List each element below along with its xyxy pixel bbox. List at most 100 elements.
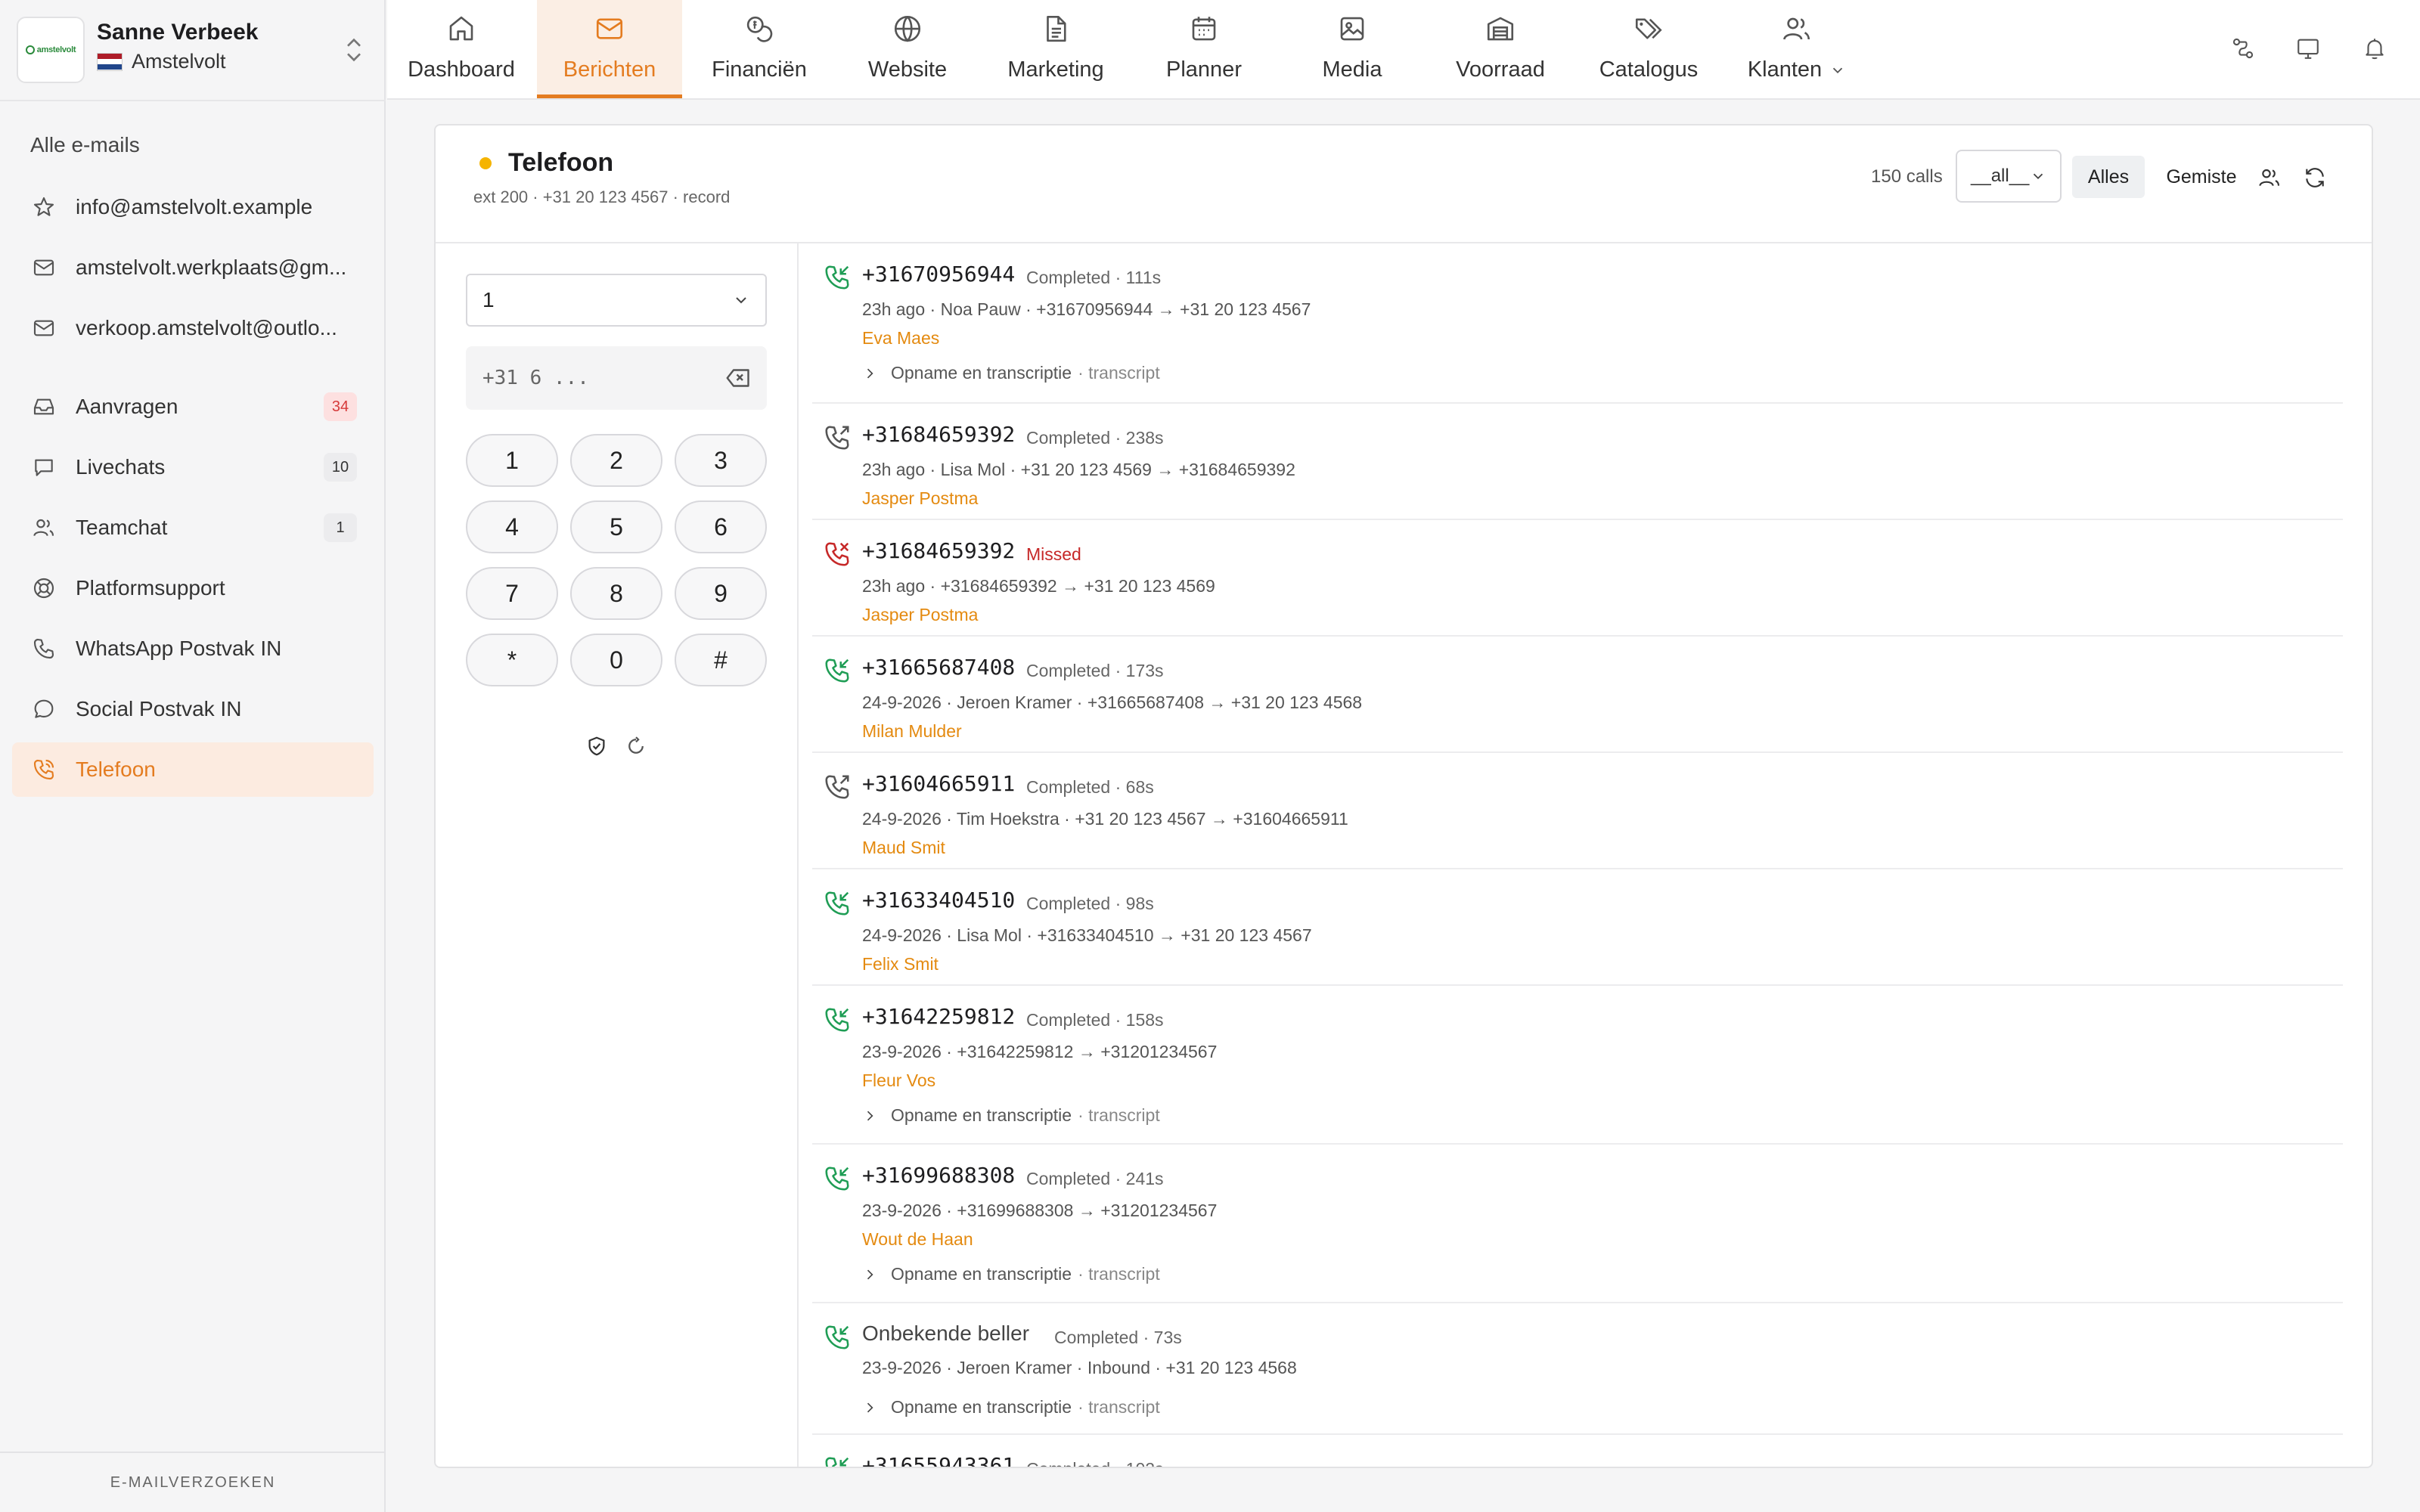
- dial-key-0[interactable]: 0: [570, 634, 662, 686]
- tab-voorraad[interactable]: Voorraad: [1426, 0, 1575, 98]
- tab-label: Planner: [1166, 57, 1242, 82]
- dial-key-1[interactable]: 1: [466, 434, 558, 487]
- call-row[interactable]: +31642259812 Completed · 158s 23-9-2026 …: [812, 986, 2343, 1145]
- sidebar-item-whatsapp[interactable]: WhatsApp Postvak IN: [12, 621, 374, 676]
- monitor-icon[interactable]: [2293, 33, 2323, 64]
- backspace-icon[interactable]: [724, 364, 752, 392]
- bell-icon[interactable]: [2360, 33, 2390, 64]
- tags-icon: [1630, 11, 1667, 47]
- call-row[interactable]: +31670956944 Completed · 111s 23h ago · …: [812, 243, 2343, 404]
- recording-transcript-toggle[interactable]: Opname en transcriptie · transcript: [862, 1105, 1160, 1126]
- filter-all-button[interactable]: Alles: [2072, 156, 2145, 198]
- transcript-label: Opname en transcriptie: [891, 1397, 1072, 1417]
- call-status: Completed · 111s: [1026, 268, 1162, 287]
- tab-financien[interactable]: Financiën: [685, 0, 833, 98]
- shield-check-icon[interactable]: [584, 733, 610, 759]
- call-row[interactable]: +31699688308 Completed · 241s 23-9-2026 …: [812, 1145, 2343, 1303]
- line-select[interactable]: 1: [466, 274, 767, 327]
- line-filter-select[interactable]: __all__: [1956, 150, 2062, 203]
- sidebar-item-telefoon[interactable]: Telefoon: [12, 742, 374, 797]
- image-icon: [1334, 11, 1370, 47]
- call-row[interactable]: +31684659392 Completed · 238s 23h ago · …: [812, 404, 2343, 520]
- caller-number: +31665687408: [862, 655, 1016, 680]
- sidebar-email-verkoop[interactable]: verkoop.amstelvolt@outlo...: [12, 301, 374, 355]
- tab-catalogus[interactable]: Catalogus: [1575, 0, 1723, 98]
- chevron-down-icon: [1833, 67, 1843, 73]
- chevron-updown-icon[interactable]: [342, 33, 366, 67]
- dialer-panel: 1 +31 6 ... 1 2 3 4 5 6 7 8 9 * 0 #: [436, 243, 799, 1467]
- sidebar-item-teamchat[interactable]: Teamchat 1: [12, 500, 374, 555]
- call-row[interactable]: +31633404510 Completed · 98s 24-9-2026 ·…: [812, 869, 2343, 986]
- contact-link[interactable]: Fleur Vos: [862, 1070, 935, 1091]
- phone-call-icon: [30, 756, 57, 783]
- sidebar-item-platformsupport[interactable]: Platformsupport: [12, 561, 374, 615]
- incoming-call-icon: [825, 891, 849, 916]
- caller-number: +31699688308: [862, 1163, 1016, 1188]
- contact-link[interactable]: Wout de Haan: [862, 1229, 973, 1250]
- dial-key-8[interactable]: 8: [570, 567, 662, 620]
- dial-key-5[interactable]: 5: [570, 500, 662, 553]
- sidebar-item-label: Teamchat: [76, 516, 168, 539]
- dial-key-2[interactable]: 2: [570, 434, 662, 487]
- contact-link[interactable]: Eva Maes: [862, 328, 939, 349]
- dial-key-7[interactable]: 7: [466, 567, 558, 620]
- chevron-down-icon: [2033, 173, 2043, 180]
- tab-website[interactable]: Website: [833, 0, 982, 98]
- dial-key-4[interactable]: 4: [466, 500, 558, 553]
- calls-count: 150 calls: [1871, 166, 1943, 187]
- dial-key-3[interactable]: 3: [675, 434, 767, 487]
- call-row[interactable]: +31665687408 Completed · 173s 24-9-2026 …: [812, 637, 2343, 753]
- contact-link[interactable]: Maud Smit: [862, 838, 945, 858]
- tab-label: Website: [867, 57, 948, 82]
- call-row[interactable]: +31655943361 Completed · 102s: [812, 1435, 2343, 1467]
- sidebar-email-werkplaats[interactable]: amstelvolt.werkplaats@gm...: [12, 240, 374, 295]
- users-icon[interactable]: [2255, 163, 2284, 192]
- tab-label: Dashboard: [408, 57, 515, 82]
- dial-number-input[interactable]: +31 6 ...: [466, 346, 767, 410]
- dial-placeholder: +31 6 ...: [482, 367, 589, 389]
- tab-planner[interactable]: Planner: [1130, 0, 1278, 98]
- sidebar-item-label: Livechats: [76, 455, 166, 479]
- caller-number: +31604665911: [862, 771, 1016, 796]
- dial-key-6[interactable]: 6: [675, 500, 767, 553]
- sidebar-email-info[interactable]: info@amstelvolt.example: [12, 180, 374, 234]
- email-requests-footer[interactable]: E-MAILVERZOEKEN: [0, 1452, 386, 1512]
- tab-berichten[interactable]: Berichten: [537, 0, 682, 98]
- all-emails-link[interactable]: Alle e-mails: [30, 133, 140, 157]
- sidebar-item-social[interactable]: Social Postvak IN: [12, 682, 374, 736]
- incoming-call-icon: [825, 658, 849, 683]
- dial-key-hash[interactable]: #: [675, 634, 767, 686]
- sidebar-item-aanvragen[interactable]: Aanvragen 34: [12, 380, 374, 434]
- phone-icon: [30, 635, 57, 662]
- contact-link[interactable]: Jasper Postma: [862, 488, 978, 509]
- filter-missed-button[interactable]: Gemiste: [2152, 156, 2251, 198]
- transcript-label: Opname en transcriptie: [891, 1105, 1072, 1125]
- incoming-call-icon: [825, 1325, 849, 1349]
- recording-transcript-toggle[interactable]: Opname en transcriptie · transcript: [862, 1397, 1160, 1418]
- dial-key-star[interactable]: *: [466, 634, 558, 686]
- tab-label-row: Klanten: [1748, 57, 1846, 82]
- phone-routing-icon[interactable]: [2228, 33, 2258, 64]
- call-row[interactable]: +31604665911 Completed · 68s 24-9-2026 ·…: [812, 753, 2343, 869]
- call-status: Completed · 68s: [1026, 777, 1154, 797]
- dial-key-9[interactable]: 9: [675, 567, 767, 620]
- tab-dashboard[interactable]: Dashboard: [387, 0, 535, 98]
- contact-link[interactable]: Jasper Postma: [862, 605, 978, 625]
- recording-transcript-toggle[interactable]: Opname en transcriptie · transcript: [862, 1264, 1160, 1284]
- tab-media[interactable]: Media: [1278, 0, 1426, 98]
- call-meta: 23-9-2026 · +31699688308 → +31201234567: [862, 1201, 1218, 1220]
- sidebar-item-livechats[interactable]: Livechats 10: [12, 440, 374, 494]
- calendar-icon: [1186, 11, 1222, 47]
- tab-marketing[interactable]: Marketing: [982, 0, 1130, 98]
- recording-transcript-toggle[interactable]: Opname en transcriptie · transcript: [862, 363, 1160, 383]
- sidebar-email-label: verkoop.amstelvolt@outlo...: [76, 316, 337, 339]
- call-status: Completed · 102s: [1026, 1459, 1164, 1467]
- call-row[interactable]: +31684659392 Missed 23h ago · +316846593…: [812, 520, 2343, 637]
- tab-klanten[interactable]: Klanten: [1723, 0, 1871, 98]
- chevron-right-icon: [862, 1267, 877, 1282]
- contact-link[interactable]: Felix Smit: [862, 954, 939, 974]
- contact-link[interactable]: Milan Mulder: [862, 721, 962, 742]
- refresh-icon[interactable]: [2301, 163, 2329, 192]
- call-row[interactable]: Onbekende beller Completed · 73s 23-9-20…: [812, 1303, 2343, 1435]
- account-switcher[interactable]: amstelvolt Sanne Verbeek Amstelvolt: [0, 0, 386, 101]
